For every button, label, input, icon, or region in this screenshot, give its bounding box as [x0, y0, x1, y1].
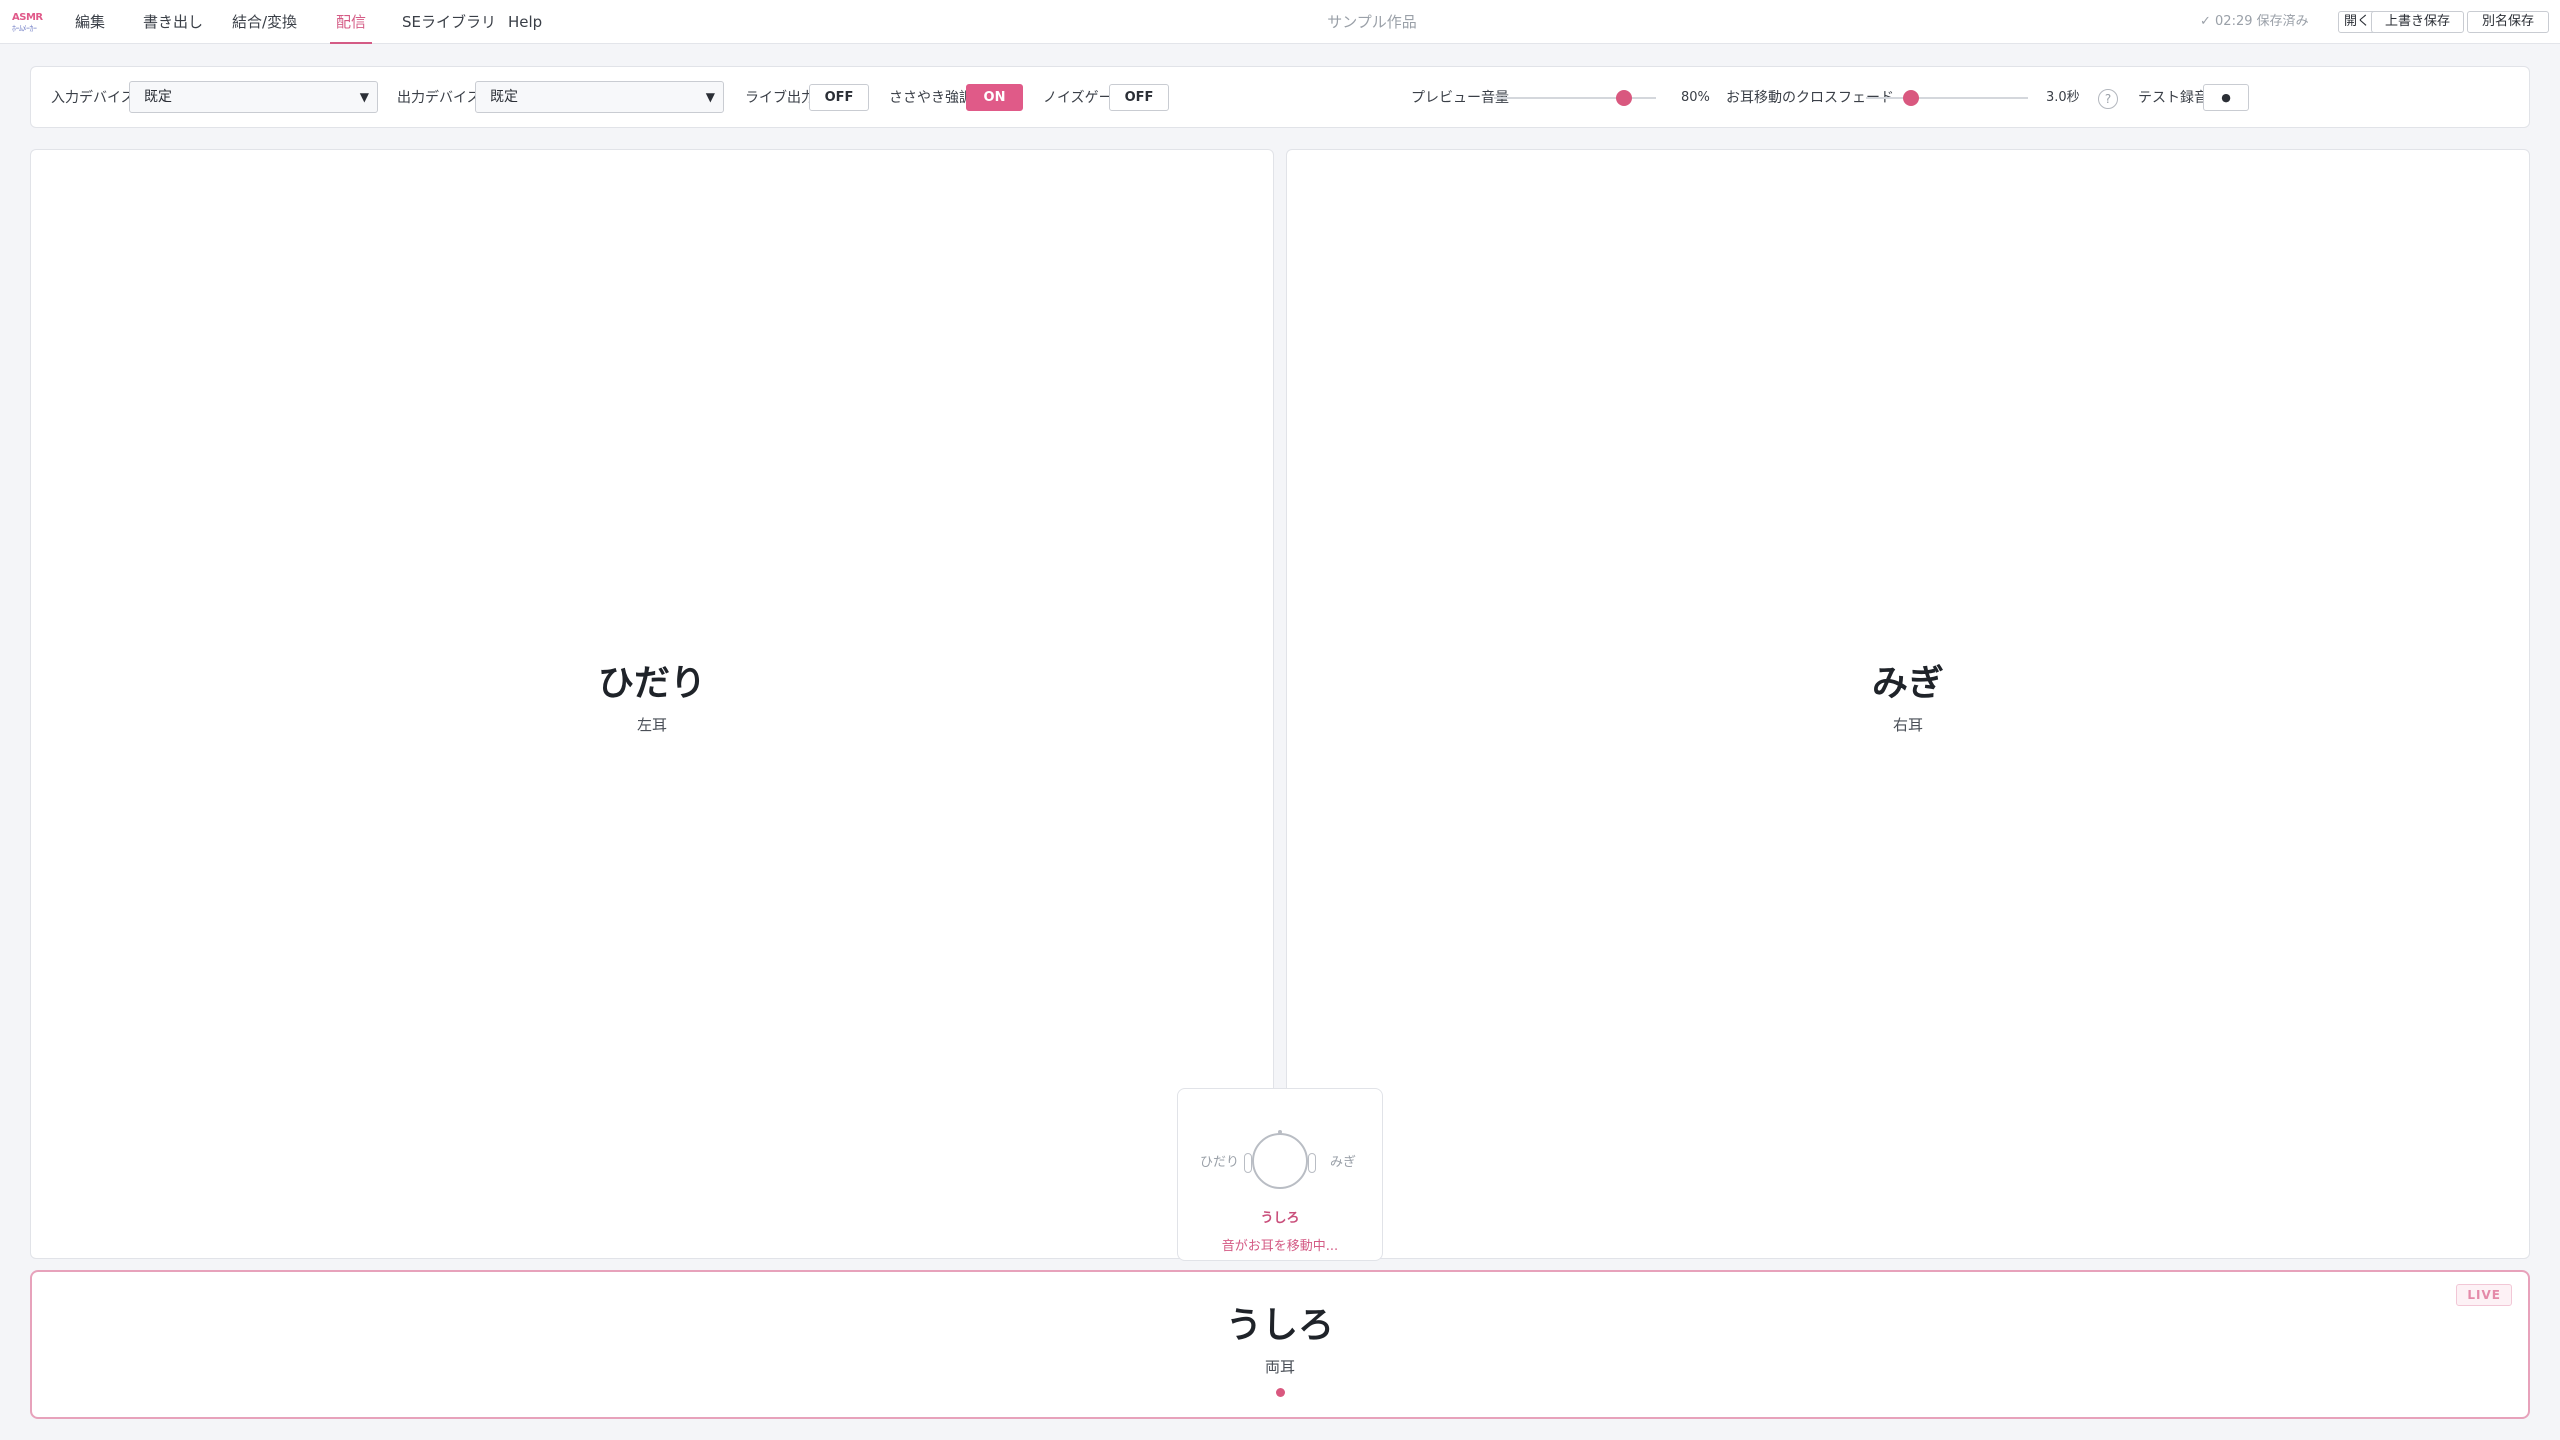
back-ear-title: うしろ [1225, 1305, 1334, 1346]
live-indicator-dot [1276, 1388, 1285, 1397]
tab-export[interactable]: 書き出し [143, 0, 203, 44]
back-ear-subtitle: 両耳 [1264, 1358, 1295, 1376]
tab-se-library[interactable]: SEライブラリ [402, 0, 496, 44]
whisper-enhance-toggle[interactable]: ON [966, 84, 1023, 111]
whisper-enhance-label: ささやき強調 [889, 90, 973, 106]
overwrite-save-button[interactable]: 上書き保存 [2371, 11, 2464, 33]
preview-volume-thumb[interactable] [1615, 90, 1632, 106]
chevron-down-icon: ▼ [359, 90, 369, 104]
tab-merge-convert[interactable]: 結合/変換 [232, 0, 297, 44]
output-device-select[interactable]: 既定 ▼ [475, 81, 724, 113]
ear-position-indicator: ひだり みぎ うしろ 音がお耳を移動中... [1177, 1088, 1383, 1261]
indicator-position: うしろ [1260, 1211, 1300, 1226]
test-record-label: テスト録音 [2138, 90, 2208, 106]
output-device-label: 出力デバイス [397, 90, 481, 106]
controls-bar: 入力デバイス 既定 ▼ 出力デバイス 既定 ▼ ライブ出力 OFF ささやき強調… [30, 66, 2530, 128]
help-icon[interactable]: ? [2098, 89, 2118, 109]
right-ear-subtitle: 右耳 [1892, 716, 1923, 734]
noise-gate-toggle[interactable]: OFF [1109, 84, 1169, 111]
live-output-toggle[interactable]: OFF [809, 84, 869, 111]
tab-stream[interactable]: 配信 [329, 0, 373, 44]
indicator-status: 音がお耳を移動中... [1221, 1239, 1339, 1254]
chevron-down-icon: ▼ [705, 90, 715, 104]
logo-text-sub: ﾎｰﾑﾒｰｶｰ [12, 24, 37, 33]
tab-help[interactable]: Help [508, 0, 542, 44]
indicator-left-label: ひだり [1200, 1155, 1240, 1170]
input-device-label: 入力デバイス [51, 90, 135, 106]
preview-volume-value: 80% [1681, 90, 1710, 105]
crossfade-value: 3.0秒 [2046, 90, 2080, 105]
head-icon [1244, 1130, 1316, 1189]
preview-volume-slider[interactable] [1494, 90, 1656, 106]
crossfade-thumb[interactable] [1903, 90, 1920, 106]
input-device-value: 既定 [144, 89, 172, 105]
save-status: ✓ 02:29 保存済み [2200, 14, 2309, 29]
app-logo[interactable]: ASMR ﾎｰﾑﾒｰｶｰ [12, 12, 48, 34]
live-output-label: ライブ出力 [745, 90, 815, 106]
right-ear-panel[interactable]: みぎ 右耳 [1286, 149, 2530, 1259]
left-ear-icon [1244, 1153, 1252, 1173]
back-ear-panel[interactable]: LIVE うしろ 両耳 [30, 1270, 2530, 1419]
left-ear-subtitle: 左耳 [636, 716, 667, 734]
input-device-select[interactable]: 既定 ▼ [129, 81, 378, 113]
output-device-value: 既定 [490, 89, 518, 105]
head-nose-mark [1278, 1130, 1282, 1134]
left-ear-panel[interactable]: ひだり 左耳 [30, 149, 1274, 1259]
top-nav: ASMR ﾎｰﾑﾒｰｶｰ 編集 書き出し 結合/変換 配信 SEライブラリ He… [0, 0, 2560, 44]
tab-edit[interactable]: 編集 [75, 0, 105, 44]
right-ear-icon [1308, 1153, 1316, 1173]
crossfade-slider[interactable] [1866, 90, 2028, 106]
logo-text-main: ASMR [12, 12, 43, 23]
left-ear-title: ひだり [597, 663, 706, 704]
indicator-right-label: みぎ [1330, 1155, 1357, 1170]
test-record-button[interactable]: ● [2203, 84, 2249, 111]
save-as-button[interactable]: 別名保存 [2467, 11, 2549, 33]
project-title: サンプル作品 [1327, 13, 1417, 31]
right-ear-title: みぎ [1871, 663, 1944, 704]
